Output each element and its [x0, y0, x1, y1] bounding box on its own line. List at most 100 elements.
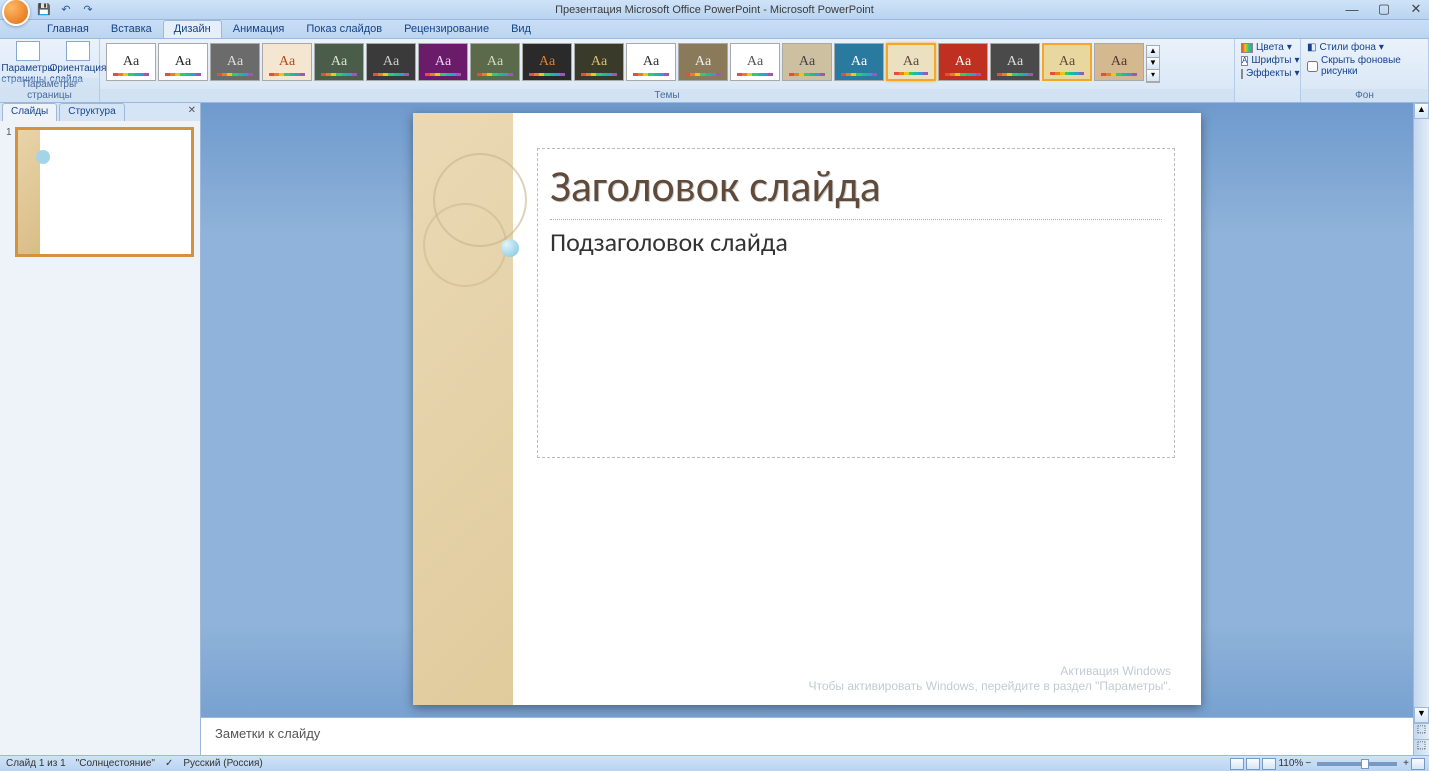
- group-label-page-params: Параметры страницы: [0, 78, 99, 102]
- fit-window-icon[interactable]: [1411, 758, 1425, 770]
- titlebar: 💾 ↶ ↷ Презентация Microsoft Office Power…: [0, 0, 1429, 20]
- tab-review[interactable]: Рецензирование: [393, 20, 500, 38]
- slide-thumbnail[interactable]: [15, 127, 194, 257]
- theme-thumb[interactable]: Aa: [574, 43, 624, 81]
- tab-view[interactable]: Вид: [500, 20, 542, 38]
- theme-thumb[interactable]: Aa: [158, 43, 208, 81]
- tab-design[interactable]: Дизайн: [163, 20, 222, 38]
- zoom-thumb[interactable]: [1361, 759, 1369, 769]
- undo-icon[interactable]: ↶: [58, 2, 74, 18]
- fonts-icon: A: [1241, 56, 1248, 66]
- theme-sample-text: Aa: [487, 54, 503, 70]
- status-right: 110% − +: [1230, 758, 1425, 770]
- theme-thumb[interactable]: Aa: [106, 43, 156, 81]
- window-title: Презентация Microsoft Office PowerPoint …: [555, 4, 874, 16]
- zoom-out-icon[interactable]: −: [1305, 758, 1311, 769]
- theme-thumb[interactable]: Aa: [782, 43, 832, 81]
- zoom-in-icon[interactable]: +: [1403, 758, 1409, 769]
- slideshow-view-icon[interactable]: [1262, 758, 1276, 770]
- theme-thumb[interactable]: Aa: [1042, 43, 1092, 81]
- spellcheck-icon[interactable]: ✓: [165, 758, 173, 769]
- group-background: ◧ Стили фона ▾ Скрыть фоновые рисунки Фо…: [1301, 39, 1429, 102]
- tab-slides[interactable]: Слайды: [2, 103, 57, 121]
- slide-title[interactable]: Заголовок слайда: [550, 159, 1162, 220]
- group-variants: Цвета ▾ AШрифты ▾ Эффекты ▾: [1235, 39, 1301, 102]
- close-button[interactable]: ✕: [1407, 2, 1425, 16]
- theme-thumb[interactable]: Aa: [1094, 43, 1144, 81]
- statusbar: Слайд 1 из 1 "Солнцестояние" ✓ Русский (…: [0, 755, 1429, 771]
- theme-sample-text: Aa: [123, 54, 139, 70]
- theme-thumb[interactable]: Aa: [626, 43, 676, 81]
- tab-slideshow[interactable]: Показ слайдов: [295, 20, 393, 38]
- panel-close-icon[interactable]: ✕: [188, 105, 196, 116]
- slide-subtitle[interactable]: Подзаголовок слайда: [550, 226, 1162, 258]
- theme-color-bar: [529, 73, 565, 76]
- theme-sample-text: Aa: [1007, 54, 1023, 70]
- theme-color-bar: [789, 73, 825, 76]
- next-slide-icon[interactable]: ⬚: [1414, 739, 1429, 755]
- title-placeholder[interactable]: Заголовок слайда Подзаголовок слайда: [537, 148, 1175, 458]
- hide-background-checkbox[interactable]: Скрыть фоновые рисунки: [1305, 54, 1424, 78]
- tab-animation[interactable]: Анимация: [222, 20, 296, 38]
- themes-gallery: AaAaAaAaAaAaAaAaAaAaAaAaAaAaAaAaAaAaAaAa…: [104, 41, 1230, 85]
- status-theme: "Солнцестояние": [76, 758, 155, 769]
- prev-slide-icon[interactable]: ⬚: [1414, 723, 1429, 739]
- tab-home[interactable]: Главная: [36, 20, 100, 38]
- theme-sample-text: Aa: [175, 54, 191, 70]
- theme-thumb[interactable]: Aa: [938, 43, 988, 81]
- zoom-slider[interactable]: [1317, 762, 1397, 766]
- panel-tabs: Слайды Структура ✕: [0, 103, 200, 121]
- theme-thumb[interactable]: Aa: [418, 43, 468, 81]
- theme-color-bar: [633, 73, 669, 76]
- theme-sample-text: Aa: [799, 54, 815, 70]
- status-language[interactable]: Русский (Россия): [183, 758, 262, 769]
- theme-thumb[interactable]: Aa: [730, 43, 780, 81]
- save-icon[interactable]: 💾: [36, 2, 52, 18]
- theme-color-bar: [737, 73, 773, 76]
- redo-icon[interactable]: ↷: [80, 2, 96, 18]
- theme-color-bar: [217, 73, 253, 76]
- theme-thumb[interactable]: Aa: [522, 43, 572, 81]
- hide-bg-check[interactable]: [1307, 61, 1318, 72]
- themes-up-icon[interactable]: ▲: [1147, 46, 1159, 58]
- notes-pane[interactable]: Заметки к слайду: [201, 717, 1413, 755]
- maximize-button[interactable]: ▢: [1375, 2, 1393, 16]
- theme-sample-text: Aa: [435, 54, 451, 70]
- scroll-down-icon[interactable]: ▼: [1414, 707, 1429, 723]
- hide-bg-label: Скрыть фоновые рисунки: [1321, 55, 1422, 77]
- colors-icon: [1241, 43, 1253, 53]
- slide-decoration-strip: [413, 113, 513, 705]
- theme-color-bar: [477, 73, 513, 76]
- theme-thumb[interactable]: Aa: [678, 43, 728, 81]
- effects-button[interactable]: Эффекты ▾: [1239, 67, 1296, 80]
- scroll-up-icon[interactable]: ▲: [1414, 103, 1429, 119]
- theme-thumb[interactable]: Aa: [366, 43, 416, 81]
- theme-thumb[interactable]: Aa: [470, 43, 520, 81]
- scroll-track[interactable]: [1414, 119, 1429, 707]
- slide-accent-dot: [501, 239, 519, 257]
- minimize-button[interactable]: —: [1343, 2, 1361, 16]
- theme-thumb[interactable]: Aa: [262, 43, 312, 81]
- normal-view-icon[interactable]: [1230, 758, 1244, 770]
- slide[interactable]: Заголовок слайда Подзаголовок слайда Акт…: [413, 113, 1201, 705]
- theme-color-bar: [945, 73, 981, 76]
- tab-insert[interactable]: Вставка: [100, 20, 163, 38]
- theme-thumb[interactable]: Aa: [834, 43, 884, 81]
- zoom-value[interactable]: 110%: [1278, 758, 1303, 769]
- theme-thumb[interactable]: Aa: [210, 43, 260, 81]
- colors-button[interactable]: Цвета ▾: [1239, 41, 1296, 54]
- theme-color-bar: [997, 73, 1033, 76]
- canvas-area[interactable]: Заголовок слайда Подзаголовок слайда Акт…: [201, 103, 1413, 717]
- tab-outline[interactable]: Структура: [59, 103, 124, 121]
- theme-thumb[interactable]: Aa: [314, 43, 364, 81]
- background-styles-button[interactable]: ◧ Стили фона ▾: [1305, 41, 1424, 54]
- theme-thumb[interactable]: Aa: [886, 43, 936, 81]
- fonts-button[interactable]: AШрифты ▾: [1239, 54, 1296, 67]
- theme-sample-text: Aa: [1059, 54, 1075, 70]
- themes-more-icon[interactable]: ▾: [1147, 70, 1159, 82]
- vertical-scrollbar[interactable]: ▲ ▼ ⬚ ⬚: [1413, 103, 1429, 755]
- theme-thumb[interactable]: Aa: [990, 43, 1040, 81]
- theme-color-bar: [841, 73, 877, 76]
- sorter-view-icon[interactable]: [1246, 758, 1260, 770]
- themes-down-icon[interactable]: ▼: [1147, 58, 1159, 70]
